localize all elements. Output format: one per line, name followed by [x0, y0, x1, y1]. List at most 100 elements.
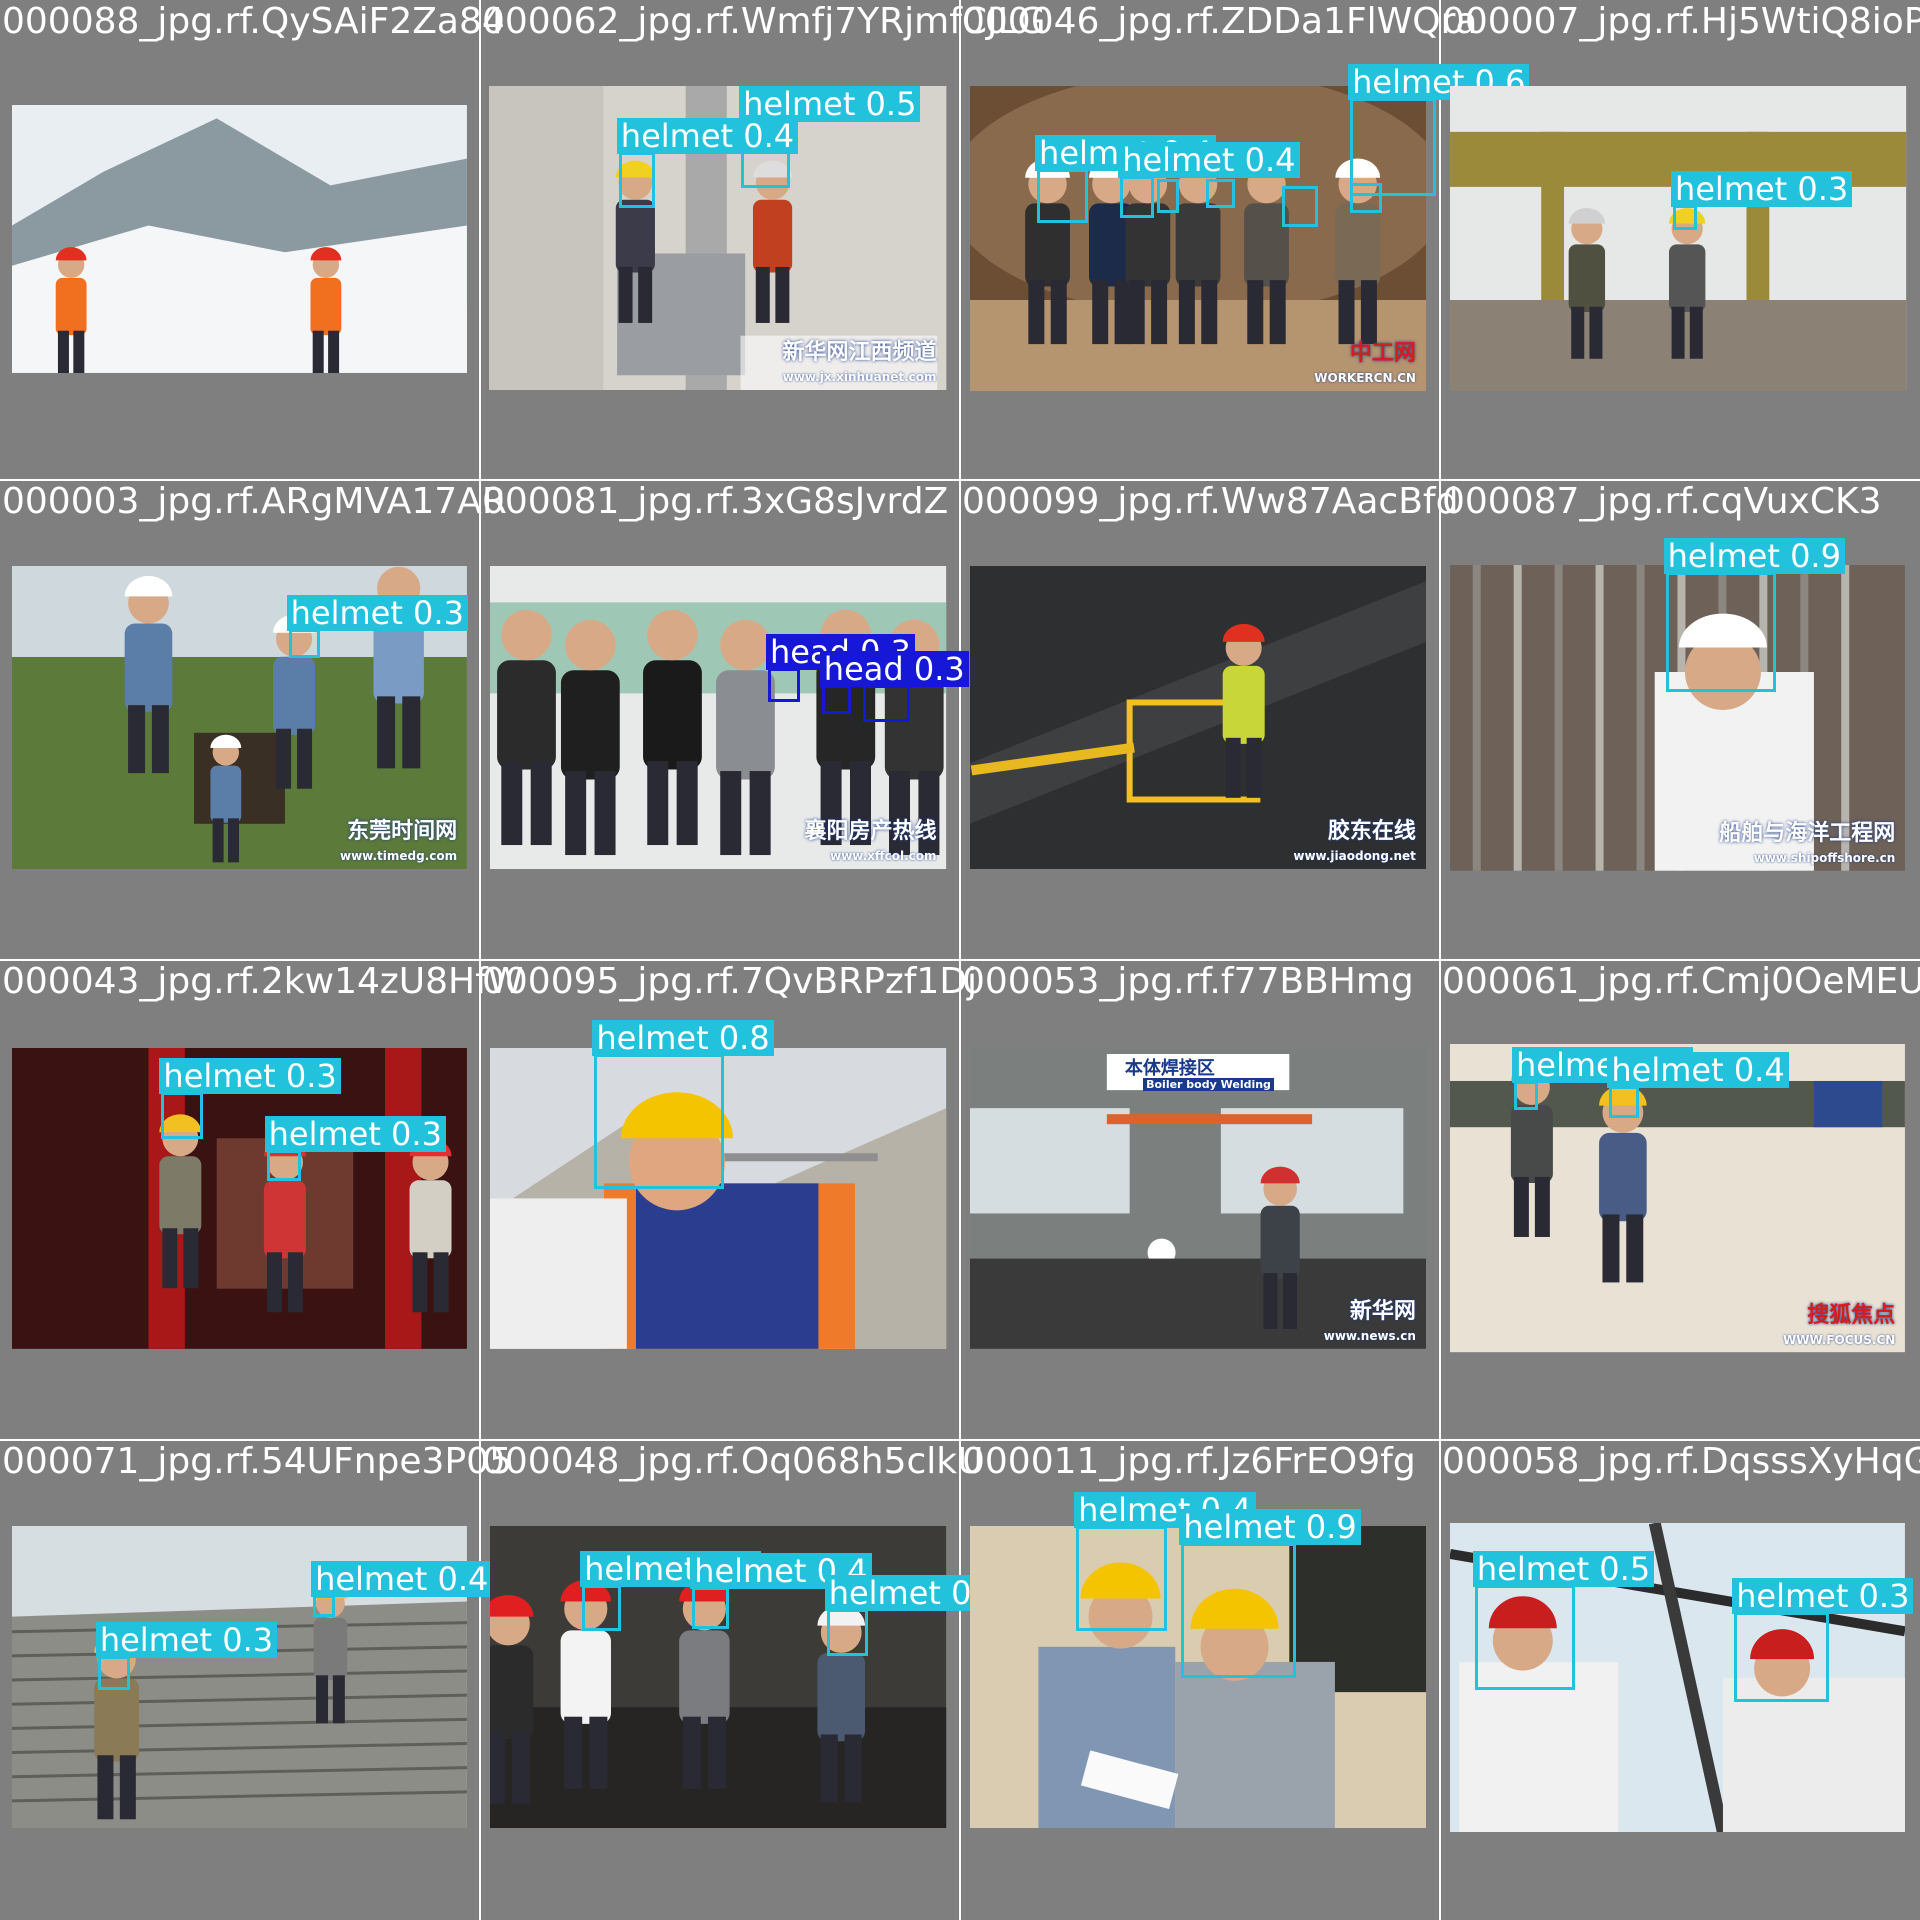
- tile: helmet 0.5 helmet 0.3 000058_jpg.rf.DqsssX…: [1440, 1440, 1920, 1920]
- label-space: [276, 1057, 286, 1095]
- detection-label: helmet 0.4: [616, 116, 799, 155]
- detection-box-helmet: [1037, 168, 1089, 223]
- detection-box-head: [863, 684, 910, 722]
- detection-box-helmet: [313, 1594, 336, 1617]
- detection-box-helmet: [161, 1092, 203, 1139]
- detection-box-helmet: [1205, 178, 1236, 208]
- detection-score: 0.3: [913, 649, 965, 688]
- tile-filename: 000061_jpg.rf.Cmj0OeMEU8: [1442, 961, 1920, 1002]
- detection-label: helmet 0.9: [1663, 537, 1845, 576]
- detection-score: 0.9: [1305, 1508, 1357, 1547]
- tile-filename: 000099_jpg.rf.Ww87AacBfd: [962, 481, 1459, 522]
- detection-box-helmet: [1665, 572, 1776, 693]
- detection-box-helmet: [97, 1655, 130, 1691]
- label-space: [855, 85, 865, 123]
- photo-watermark-url: WWW.FOCUS.CN: [1783, 1332, 1896, 1347]
- photo-watermark: 船舶与海洋工程网: [1719, 820, 1896, 846]
- detection-box-helmet: [1156, 178, 1179, 213]
- tile: 胶东在线 www.jiaodong.net 000099_jpg.rf.Ww87Aa…: [960, 480, 1458, 960]
- detection-class: head: [823, 649, 904, 688]
- detection-label: head 0.3: [819, 649, 969, 688]
- detection-box-helmet: [1350, 183, 1382, 213]
- photo-watermark-url: www.news.cn: [1323, 1328, 1416, 1343]
- detection-score: 0.3: [1858, 1576, 1910, 1615]
- detection-score: 0.3: [222, 1620, 274, 1659]
- detection-score: 0.4: [743, 116, 795, 155]
- label-space: [1787, 170, 1797, 208]
- detection-class: helmet: [1736, 1576, 1849, 1615]
- photo-watermark: 东莞时间网: [347, 819, 458, 845]
- detection-class: helmet: [1183, 1508, 1296, 1547]
- detection-label: helmet 0.8: [592, 1019, 774, 1057]
- tile-filename: 000058_jpg.rf.DqsssXyHqG: [1442, 1441, 1920, 1482]
- tile-photo: [12, 105, 468, 373]
- tile-filename: 000071_jpg.rf.54UFnpe3P05: [2, 1441, 512, 1482]
- tile: helmet 0.3 helmet 0.3 000043_jpg.rf.2kw14z…: [0, 960, 523, 1440]
- detection-box-head: [821, 684, 852, 715]
- photo-watermark: 中工网: [1349, 341, 1416, 367]
- tile: helmet 0.8 000095_jpg.rf.7QvBRPzf1Dj: [480, 960, 977, 1440]
- tile: helmet 0.4helmet 0.9000011_jpg.rf.Jz6FrE…: [960, 1440, 1440, 1920]
- detection-box-helmet: [266, 1149, 301, 1182]
- tile-filename: 000081_jpg.rf.3xG8sJvrdZ: [482, 481, 949, 522]
- detection-box-helmet: [1076, 1526, 1167, 1632]
- detection-class: helmet: [315, 1559, 428, 1598]
- detection-box-helmet: [1609, 1085, 1639, 1118]
- detection-label: helmet 0.3: [1670, 170, 1853, 209]
- tile-filename: 000095_jpg.rf.7QvBRPzf1Dj: [482, 961, 978, 1002]
- detection-class: helmet: [828, 1574, 941, 1613]
- detection-class: helmet: [1674, 170, 1788, 209]
- detection-score: 0.5: [1599, 1549, 1651, 1588]
- detection-label: helmet 0.4: [311, 1559, 493, 1598]
- detection-score: 0.5: [865, 84, 917, 123]
- detection-score: 0.4: [1244, 141, 1296, 180]
- detection-box-helmet: [1474, 1584, 1576, 1691]
- detection-box-helmet: [1181, 1543, 1297, 1678]
- detection-label: helmet 0.4: [1607, 1050, 1789, 1089]
- detection-score: 0.3: [413, 593, 464, 632]
- detection-class: helmet: [1476, 1549, 1590, 1588]
- detection-score: 0.3: [285, 1057, 337, 1096]
- photo-watermark: 襄阳房产热线: [804, 819, 937, 845]
- detection-class: helmet: [163, 1057, 276, 1096]
- photo-watermark-url: www.timedg.com: [340, 849, 458, 864]
- detection-box-helmet: [1513, 1081, 1539, 1111]
- tile-filename: 000003_jpg.rf.ARgMVA17AR: [2, 481, 507, 522]
- photo-watermark: 胶东在线: [1327, 819, 1416, 845]
- tile-filename: 000007_jpg.rf.Hj5WtiQ8ioP9K: [1442, 1, 1920, 42]
- tile: 000088_jpg.rf.QySAiF2Za84: [0, 0, 505, 480]
- detection-box-helmet: [582, 1584, 622, 1632]
- detection-box-helmet: [692, 1587, 729, 1629]
- tile: 东莞时间网 www.timedg.com helmet 0.3 000003_jpg.…: [0, 480, 507, 960]
- label-space: [403, 594, 413, 632]
- detection-class: helmet: [584, 1549, 697, 1588]
- tile: 中工网WORKERCN.CNhelmet 0.6helmet 0.4helmet…: [960, 0, 1530, 480]
- label-space: [941, 1574, 951, 1612]
- detection-box-helmet: [1672, 205, 1698, 230]
- tile-filename: 000087_jpg.rf.cqVuxCK3: [1442, 481, 1882, 522]
- label-space: [709, 1019, 719, 1057]
- detection-class: helmet: [1078, 1491, 1191, 1530]
- detection-class: helmet: [1667, 537, 1780, 576]
- tile: helmet 0.3 000007_jpg.rf.Hj5WtiQ8ioP9K: [1440, 0, 1920, 480]
- detection-label: helmet 0.3: [1732, 1576, 1914, 1615]
- detection-box-helmet: [288, 628, 321, 658]
- detection-label: helmet 0.9: [1179, 1508, 1361, 1547]
- tile-filename: 000088_jpg.rf.QySAiF2Za84: [2, 1, 505, 42]
- tile-filename: 000011_jpg.rf.Jz6FrEO9fg: [962, 1441, 1416, 1482]
- detection-score: 0.9: [1790, 537, 1841, 576]
- detection-class: helmet: [1122, 141, 1235, 180]
- photo-watermark: 搜狐焦点: [1807, 1302, 1896, 1328]
- photo-watermark-url: www.jiaodong.net: [1293, 849, 1416, 864]
- label-space: [806, 1552, 816, 1590]
- tile-filename: 000046_jpg.rf.ZDDa1FlWQra: [962, 1, 1478, 42]
- tile: 襄阳房产热线 www.xffcol.com head 0.3head 0.3 0000…: [480, 480, 969, 960]
- tile-filename: 000048_jpg.rf.Oq068h5clkU: [482, 1441, 984, 1482]
- tile: helmet 0.4helmet 0.4helmet 0.5000048_jpg…: [480, 1440, 1007, 1920]
- tile-photo: 新华网 www.news.cn 本体焊接区 Boiler body Welding: [969, 1048, 1426, 1349]
- detection-box-helmet: [826, 1609, 869, 1656]
- label-space: [1296, 1508, 1306, 1546]
- photo-watermark-url: www.shipoffshore.cn: [1753, 850, 1896, 865]
- detection-class: helmet: [1611, 1050, 1724, 1089]
- detection-box-helmet: [1120, 176, 1155, 218]
